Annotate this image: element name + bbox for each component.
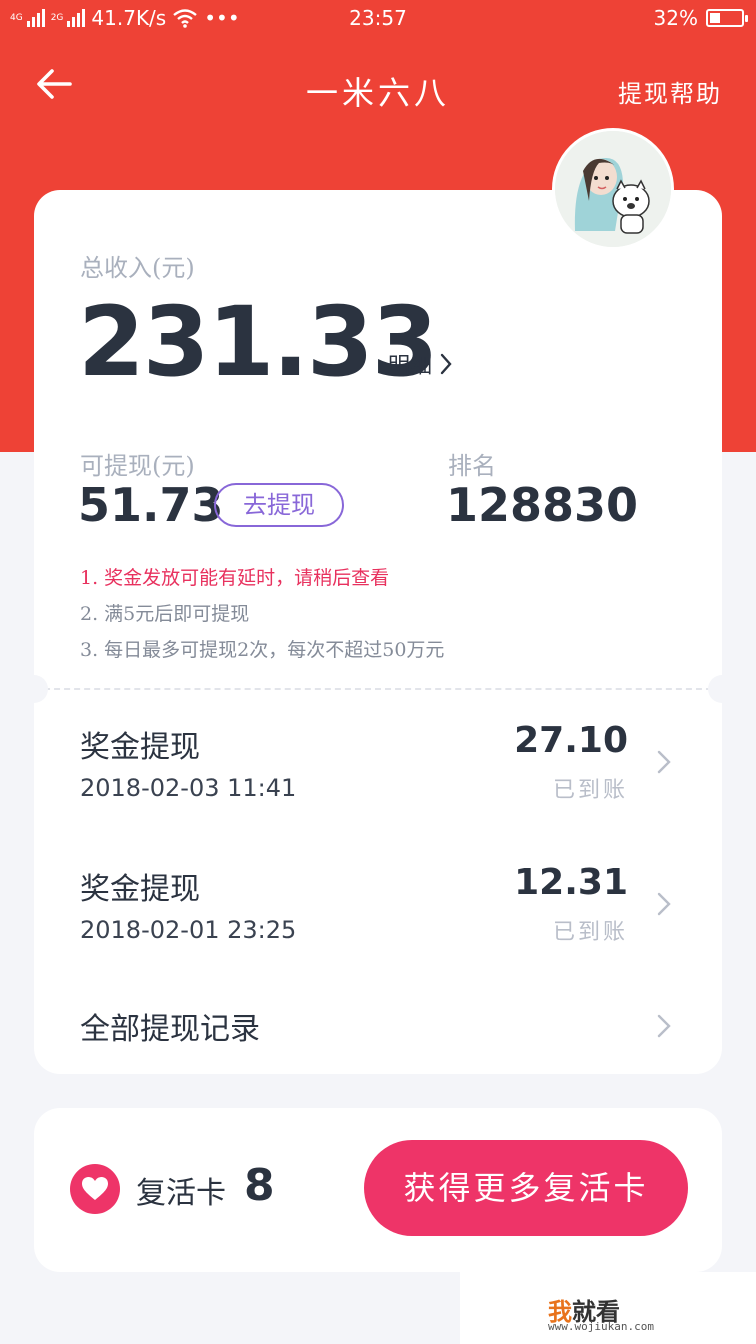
- revive-card-panel: 复活卡 8 获得更多复活卡: [34, 1108, 722, 1272]
- rank-label: 排名: [448, 452, 496, 480]
- chevron-right-icon: [440, 353, 452, 375]
- record-amount: 27.10: [514, 720, 628, 761]
- get-more-revive-cards-button[interactable]: 获得更多复活卡: [364, 1140, 688, 1236]
- chevron-right-icon: [657, 750, 671, 774]
- watermark: 我就看 www.wojiukan.com: [460, 1272, 756, 1344]
- battery-level: [710, 13, 720, 23]
- status-time: 23:57: [349, 6, 407, 30]
- ticket-notch-right: [708, 675, 736, 703]
- withdrawable-value: 51.73: [78, 478, 224, 532]
- avatar[interactable]: [552, 128, 674, 250]
- battery-icon: [706, 9, 748, 27]
- revive-card-label: 复活卡: [136, 1176, 226, 1211]
- chevron-right-icon[interactable]: [656, 1014, 672, 1038]
- record-status: 已到账: [552, 920, 628, 945]
- withdrawable-label: 可提现(元): [80, 452, 195, 480]
- record-date: 2018-02-01 23:25: [80, 916, 297, 944]
- record-title: 奖金提现: [80, 730, 200, 765]
- note-item: 1. 奖金发放可能有延时，请稍后查看: [80, 567, 390, 589]
- dashed-divider: [34, 688, 722, 690]
- detail-label: 明细: [388, 354, 433, 379]
- avatar-illustration: [555, 131, 671, 247]
- record-amount: 12.31: [514, 862, 628, 903]
- revive-card-count: 8: [244, 1160, 275, 1211]
- note-item: 2. 满5元后即可提现: [80, 603, 250, 625]
- rank-value: 128830: [446, 478, 639, 532]
- watermark-url: www.wojiukan.com: [548, 1320, 654, 1333]
- record-status: 已到账: [552, 778, 628, 803]
- status-bar: 4G 2G 41.7K/s ••• 23:57 32%: [0, 0, 756, 36]
- heart-icon: [70, 1164, 120, 1214]
- income-card: 总收入(元) 231.33 明细 可提现(元) 51.73 去提现 排名 128…: [20, 190, 736, 1074]
- withdraw-button[interactable]: 去提现: [214, 483, 344, 527]
- app-header: 一米六八 提现帮助: [0, 48, 756, 128]
- record-date: 2018-02-03 11:41: [80, 774, 297, 802]
- detail-link[interactable]: 明细: [388, 348, 452, 380]
- note-item: 3. 每日最多可提现2次，每次不超过50万元: [80, 639, 445, 661]
- withdraw-record-row[interactable]: 奖金提现 2018-02-01 23:25 12.31 已到账: [34, 862, 722, 974]
- withdraw-record-row[interactable]: 奖金提现 2018-02-03 11:41 27.10 已到账: [34, 720, 722, 832]
- withdraw-notes: 1. 奖金发放可能有延时，请稍后查看 2. 满5元后即可提现 3. 每日最多可提…: [80, 560, 444, 668]
- record-title: 奖金提现: [80, 872, 200, 907]
- status-right: 32%: [653, 6, 748, 30]
- withdraw-help-link[interactable]: 提现帮助: [618, 74, 722, 109]
- total-income-value: 231.33: [78, 286, 438, 398]
- chevron-right-icon: [657, 892, 671, 916]
- ticket-notch-left: [20, 675, 48, 703]
- all-records-link[interactable]: 全部提现记录: [80, 1004, 260, 1048]
- total-income-label: 总收入(元): [80, 254, 195, 282]
- battery-percent: 32%: [653, 6, 698, 30]
